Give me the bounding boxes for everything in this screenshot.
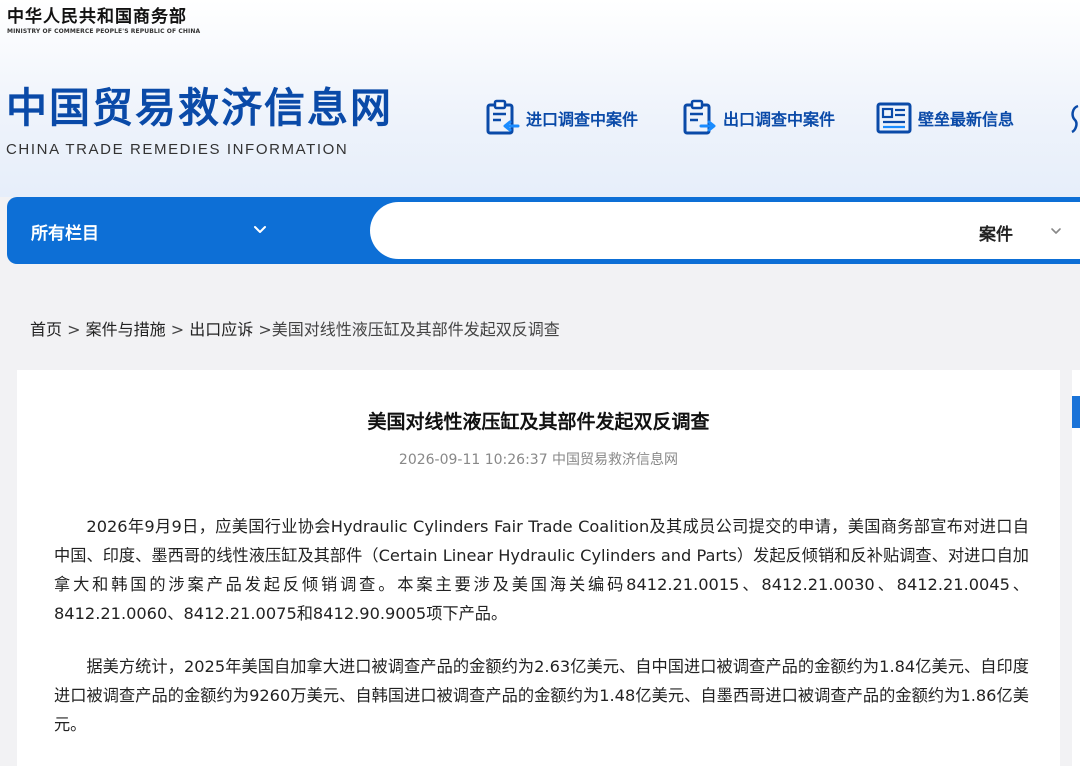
breadcrumb-separator: >: [258, 320, 272, 339]
breadcrumb-cases-measures[interactable]: 案件与措施: [86, 320, 166, 339]
site-subtitle: CHINA TRADE REMEDIES INFORMATION: [6, 141, 349, 158]
sidebar-panel: [1072, 370, 1080, 766]
breadcrumb-separator: >: [170, 320, 190, 339]
ministry-name-en: MINISTRY OF COMMERCE PEOPLE'S REPUBLIC O…: [7, 28, 201, 35]
import-cases-icon: [486, 99, 520, 135]
site-title[interactable]: 中国贸易救济信息网: [6, 82, 393, 134]
type-dropdown[interactable]: 案件: [967, 202, 1080, 259]
barrier-news-label: 壁垒最新信息: [918, 110, 1015, 129]
search-bar: 所有栏目 案件: [7, 197, 1080, 264]
article-paragraph: 2026年9月9日，应美国行业协会Hydraulic Cylinders Fai…: [54, 517, 1029, 623]
breadcrumb-home[interactable]: 首页: [30, 320, 62, 339]
breadcrumb-separator: >: [67, 320, 86, 339]
import-cases-link[interactable]: 进口调查中案件: [484, 98, 638, 138]
category-dropdown[interactable]: 所有栏目: [7, 197, 367, 264]
export-cases-label: 出口调查中案件: [723, 110, 836, 129]
breadcrumb: 首页 > 案件与措施 > 出口应诉 >美国对线性液压缸及其部件发起双反调查: [30, 318, 560, 342]
article-meta: 2026-09-11 10:26:37 中国贸易救济信息网: [398, 452, 679, 468]
category-dropdown-label: 所有栏目: [31, 224, 99, 244]
more-links-icon[interactable]: [1066, 100, 1080, 134]
breadcrumb-current: 美国对线性液压缸及其部件发起双反调查: [271, 320, 560, 339]
import-cases-label: 进口调查中案件: [526, 110, 639, 129]
article-card: 美国对线性液压缸及其部件发起双反调查 2026-09-11 10:26:37 中…: [17, 370, 1060, 766]
barrier-news-link[interactable]: 壁垒最新信息: [876, 98, 1014, 138]
type-dropdown-label: 案件: [979, 225, 1013, 245]
barrier-news-icon: [876, 102, 912, 134]
ministry-name-cn: 中华人民共和国商务部: [7, 7, 187, 27]
article-title: 美国对线性液压缸及其部件发起双反调查: [367, 411, 710, 433]
chevron-down-icon: [1051, 228, 1061, 234]
sidebar-tab-indicator[interactable]: [1072, 396, 1080, 428]
ministry-logo[interactable]: 中华人民共和国商务部 MINISTRY OF COMMERCE PEOPLE'S…: [7, 6, 200, 36]
export-cases-link[interactable]: 出口调查中案件: [681, 98, 835, 138]
chevron-down-icon: [254, 226, 266, 233]
breadcrumb-export-response[interactable]: 出口应诉: [189, 320, 253, 339]
article-paragraph: 据美方统计，2025年美国自加拿大进口被调查产品的金额约为2.63亿美元、自中国…: [54, 657, 1029, 734]
export-cases-icon: [683, 99, 716, 135]
page-header: 中华人民共和国商务部 MINISTRY OF COMMERCE PEOPLE'S…: [0, 0, 1080, 197]
